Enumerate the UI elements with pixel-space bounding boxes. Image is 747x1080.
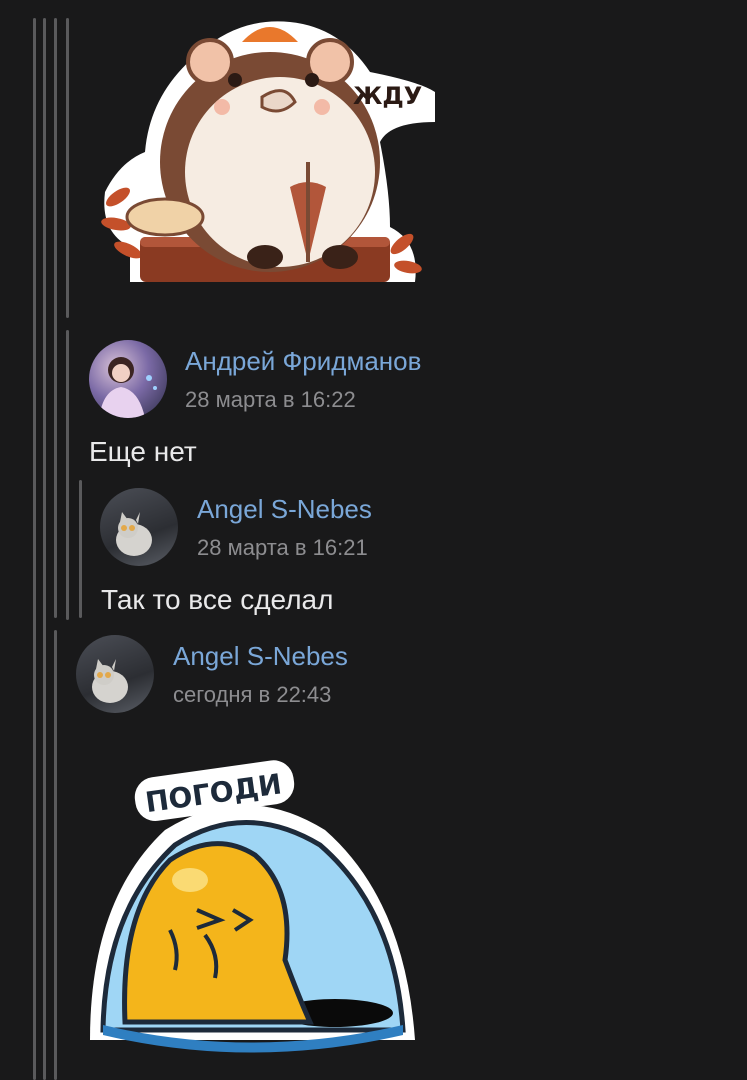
comment-author[interactable]: Angel S-Nebes — [173, 641, 348, 672]
avatar-comment-2[interactable] — [100, 488, 178, 566]
comment-text: Еще нет — [89, 436, 197, 467]
cat-icon — [92, 659, 128, 703]
comment-author[interactable]: Angel S-Nebes — [197, 494, 372, 525]
person-icon — [99, 357, 157, 418]
sticker-caption: ЖДУ — [353, 82, 422, 110]
thread-line-2 — [43, 18, 46, 1080]
comment-date[interactable]: 28 марта в 16:22 — [185, 387, 356, 413]
sticker-blob-wait[interactable]: ПОГОДИ — [85, 760, 425, 1060]
comment-date[interactable]: 28 марта в 16:21 — [197, 535, 368, 561]
comment-date[interactable]: сегодня в 22:43 — [173, 682, 331, 708]
avatar-comment-1[interactable] — [89, 340, 167, 418]
cat-icon — [116, 512, 152, 556]
comment-author[interactable]: Андрей Фридманов — [185, 346, 421, 377]
thread-line-3 — [54, 18, 57, 618]
thread-line-4 — [66, 18, 69, 318]
thread-line-5 — [66, 330, 69, 620]
thread-line-7 — [54, 630, 57, 1080]
avatar-comment-3[interactable] — [76, 635, 154, 713]
sticker-hamster-waiting[interactable]: ЖДУ — [90, 12, 435, 297]
comment-text: Так то все сделал — [101, 584, 334, 615]
thread-line-6 — [79, 480, 82, 618]
thread-line-1 — [33, 18, 36, 1080]
